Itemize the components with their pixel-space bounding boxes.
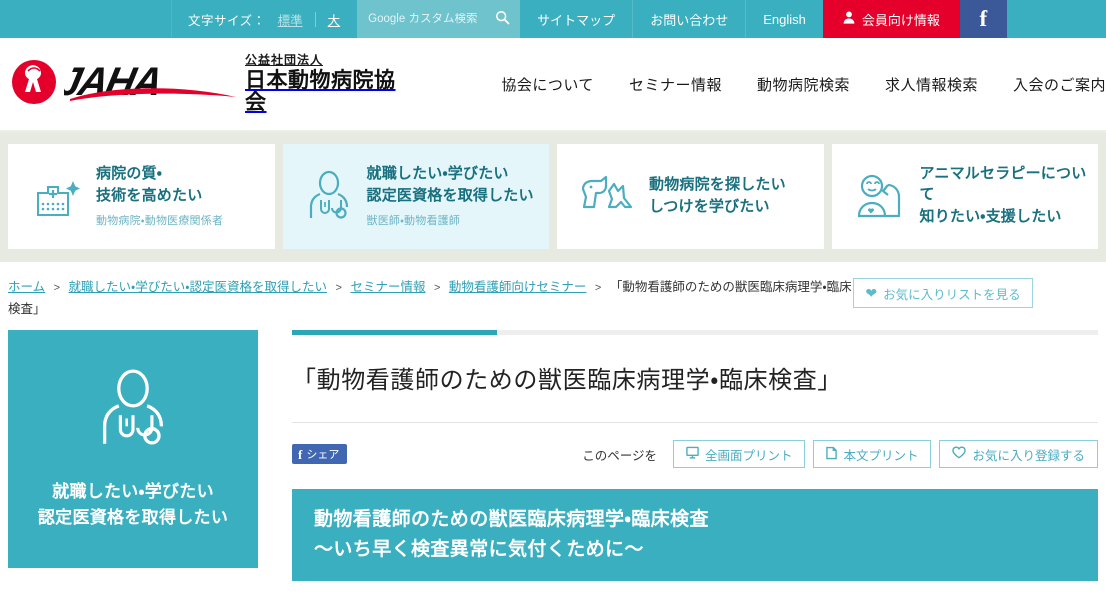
main-column: 「動物看護師のための獣医臨床病理学・臨床検査」 f シェア このページを 全画面… [292, 330, 1106, 582]
category-title-line1: 病院の質・ [96, 165, 163, 183]
breadcrumb-separator: > [594, 282, 602, 294]
font-size-large-button[interactable]: 大 [325, 10, 344, 29]
category-card-career-learning[interactable]: 就職したい・学びたい 認定医資格を取得したい 獣医師・動物看護師 [282, 143, 549, 249]
dog-cat-icon [579, 173, 635, 219]
facebook-share-label: シェア [306, 449, 340, 462]
body-print-button[interactable]: 本文プリント [813, 440, 932, 469]
doctor-stethoscope-icon [95, 368, 171, 455]
top-link-english[interactable]: English [745, 0, 823, 38]
animal-therapy-icon [854, 173, 906, 219]
page-title: 「動物看護師のための獣医臨床病理学・臨床検査」 [292, 365, 1098, 424]
font-size-divider [314, 11, 316, 27]
category-title-line1: アニマルセラピーについて [919, 165, 1087, 204]
sidebar-title-line2: 認定医資格を取得したい [37, 507, 229, 527]
logo-name: 日本動物病院協会 [245, 68, 396, 114]
breadcrumb: ホーム > 就職したい・学びたい・認定医資格を取得したい > セミナー情報 > … [8, 276, 853, 320]
top-utility-bar: 文字サイズ： 標準 大 サイトマップ お問い合わせ English [0, 0, 1106, 38]
person-icon [843, 11, 855, 27]
breadcrumb-item-career[interactable]: 就職したい・学びたい・認定医資格を取得したい [69, 280, 328, 294]
hospital-sparkle-icon [30, 173, 82, 219]
top-link-contact[interactable]: お問い合わせ [632, 0, 745, 38]
monitor-print-icon [686, 446, 699, 462]
breadcrumb-item-home[interactable]: ホーム [8, 280, 45, 294]
category-title-line1: 就職したい・学びたい [366, 165, 509, 183]
search-input[interactable] [368, 13, 492, 25]
category-card-animal-therapy[interactable]: アニマルセラピーについて 知りたい・支援したい [831, 143, 1098, 249]
content-area: 就職したい・学びたい 認定医資格を取得したい 「動物看護師のための獣医臨床病理学… [0, 330, 1106, 582]
facebook-icon: f [298, 446, 303, 462]
category-texts: 就職したい・学びたい 認定医資格を取得したい 獣医師・動物看護師 [367, 164, 534, 227]
category-texts: アニマルセラピーについて 知りたい・支援したい [920, 164, 1089, 227]
view-favorites-button[interactable]: ❤ お気に入りリストを見る [853, 278, 1033, 308]
search-icon [495, 10, 510, 28]
top-link-sitemap[interactable]: サイトマップ [520, 0, 632, 38]
category-title-line2: 知りたい・支援したい [919, 207, 1062, 225]
sidebar-category-panel[interactable]: 就職したい・学びたい 認定医資格を取得したい [8, 330, 258, 568]
category-subtitle: 動物病院・動物医療関係者 [96, 214, 224, 227]
jaha-emblem-icon [8, 59, 60, 110]
title-accent-rule [292, 330, 1098, 335]
search-submit-button[interactable] [495, 10, 510, 28]
content-heading-line1: 動物看護師のための獣医臨床病理学・臨床検査 [314, 509, 709, 531]
category-texts: 病院の質・ 技術を高めたい 動物病院・動物医療関係者 [96, 164, 223, 227]
accent-bar-rest [497, 330, 1098, 335]
this-page-label: このページを [582, 448, 657, 463]
category-texts: 動物病院を探したい しつけを学びたい [649, 175, 786, 217]
breadcrumb-separator: > [433, 282, 441, 294]
category-title-line2: 認定医資格を取得したい [366, 187, 534, 204]
nav-item-hospital-search[interactable]: 動物病院検索 [757, 74, 850, 95]
page-action-row: f シェア このページを 全画面プリント 本文プリント お気に入り登録する [292, 440, 1098, 469]
facebook-share-button[interactable]: f シェア [292, 444, 348, 465]
facebook-icon: f [979, 5, 988, 31]
logo-kana: 公益社団法人 [245, 53, 324, 68]
logo-text-block: 公益社団法人 日本動物病院協会 [245, 54, 409, 113]
heart-filled-icon: ❤ [865, 285, 878, 301]
category-card-find-hospital[interactable]: 動物病院を探したい しつけを学びたい [557, 143, 824, 249]
nav-item-job-search[interactable]: 求人情報検索 [885, 74, 978, 95]
add-favorite-label: お気に入り登録する [972, 448, 1085, 463]
breadcrumb-item-nurse-seminars[interactable]: 動物看護師向けセミナー [449, 280, 587, 294]
fullscreen-print-label: 全画面プリント [704, 448, 793, 463]
category-subtitle: 獣医師・動物看護師 [366, 214, 461, 227]
category-title-line2: 技術を高めたい [96, 187, 203, 204]
member-info-button[interactable]: 会員向け情報 [822, 0, 960, 38]
sidebar-title: 就職したい・学びたい 認定医資格を取得したい [38, 479, 228, 530]
main-navigation: 協会について セミナー情報 動物病院検索 求人情報検索 入会のご案内 [501, 74, 1106, 95]
facebook-link[interactable]: f [959, 0, 1007, 38]
document-print-icon [826, 446, 838, 463]
site-logo[interactable]: JAHA 公益社団法人 日本動物病院協会 [8, 54, 409, 113]
breadcrumb-separator: > [53, 282, 61, 294]
nav-item-membership[interactable]: 入会のご案内 [1013, 74, 1106, 95]
nav-item-about[interactable]: 協会について [501, 74, 594, 95]
page-root: 文字サイズ： 標準 大 サイトマップ お問い合わせ English [0, 0, 1106, 613]
view-favorites-label: お気に入りリストを見る [883, 287, 1021, 302]
category-card-hospital-quality[interactable]: 病院の質・ 技術を高めたい 動物病院・動物医療関係者 [8, 143, 275, 249]
fullscreen-print-button[interactable]: 全画面プリント [672, 440, 806, 469]
content-heading-line2: ～いち早く検査異常に気付くために～ [314, 538, 644, 560]
doctor-stethoscope-icon [305, 170, 353, 222]
add-favorite-button[interactable]: お気に入り登録する [939, 440, 1098, 469]
topbar-left-spacer [0, 0, 172, 38]
accent-bar-filled [292, 330, 497, 335]
heart-outline-icon [952, 446, 967, 462]
content-heading-banner: 動物看護師のための獣医臨床病理学・臨床検査 ～いち早く検査異常に気付くために～ [292, 489, 1098, 582]
breadcrumb-item-seminars[interactable]: セミナー情報 [350, 280, 425, 294]
jaha-wordmark: JAHA [54, 58, 239, 110]
member-info-label: 会員向け情報 [861, 12, 940, 28]
sidebar-title-line1: 就職したい・学びたい [52, 482, 214, 501]
body-print-label: 本文プリント [843, 448, 919, 463]
breadcrumb-separator: > [335, 282, 342, 294]
font-size-label: 文字サイズ： [188, 13, 266, 28]
site-header: JAHA 公益社団法人 日本動物病院協会 協会について セミナー情報 動物病院検… [0, 38, 1106, 130]
category-card-band: 病院の質・ 技術を高めたい 動物病院・動物医療関係者 就職したい・学びたい 認定… [0, 130, 1106, 262]
category-title-line2: しつけを学びたい [649, 197, 770, 215]
category-title-line1: 動物病院を探したい [649, 175, 786, 193]
breadcrumb-row: ホーム > 就職したい・学びたい・認定医資格を取得したい > セミナー情報 > … [0, 262, 1106, 330]
print-actions: このページを 全画面プリント 本文プリント お気に入り登録する [582, 440, 1098, 469]
font-size-normal-button[interactable]: 標準 [275, 10, 306, 29]
search-box [357, 0, 521, 38]
font-size-controls: 文字サイズ： 標準 大 [172, 0, 357, 38]
nav-item-seminars[interactable]: セミナー情報 [629, 74, 722, 95]
